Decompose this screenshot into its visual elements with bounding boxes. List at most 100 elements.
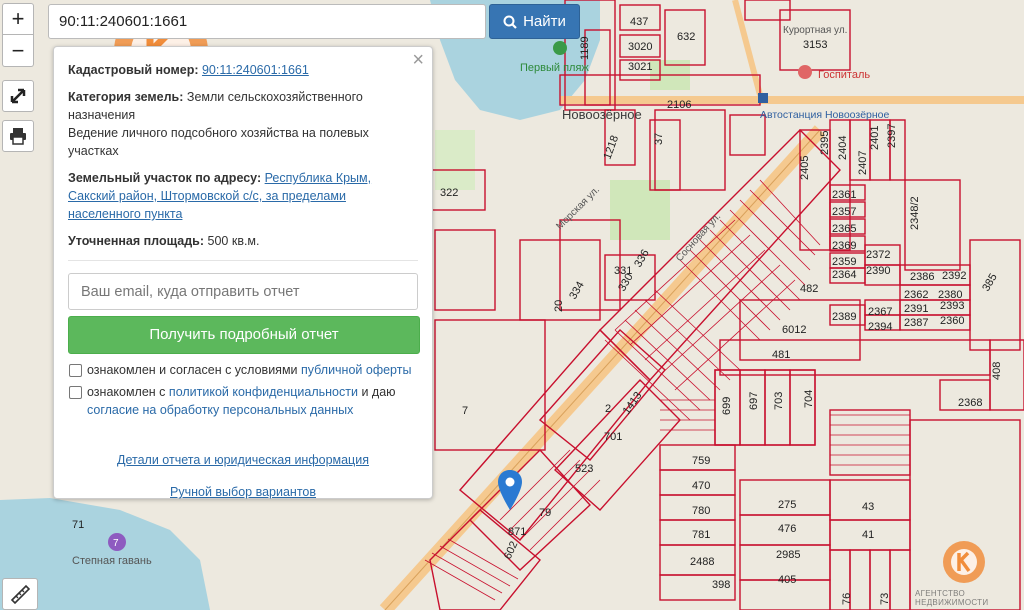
- manual-selection-link[interactable]: Ручной выбор вариантов: [170, 485, 316, 499]
- first-beach-label: Первый пляж: [520, 62, 589, 74]
- zoom-in-button[interactable]: +: [2, 3, 34, 35]
- parcel-number-41: 41: [862, 529, 874, 541]
- parcel-number-6012: 6012: [782, 324, 806, 336]
- get-report-button[interactable]: Получить подробный отчет: [68, 316, 420, 354]
- print-icon: [10, 128, 26, 145]
- parcel-number-2389: 2389: [832, 311, 856, 323]
- search-icon: [503, 15, 517, 29]
- parcel-number-476: 476: [778, 523, 796, 535]
- harbor-icon-number: 7: [113, 538, 119, 549]
- parcel-number-780: 780: [692, 505, 710, 517]
- parcel-number-2106: 2106: [667, 99, 691, 111]
- beach-icon[interactable]: [553, 41, 567, 55]
- consent-privacy-row: ознакомлен с политикой конфиденциальност…: [68, 383, 418, 419]
- parcel-number-871: 871: [508, 526, 526, 538]
- consent-privacy-text: ознакомлен с: [87, 385, 166, 399]
- parcel-number-703: 703: [773, 392, 785, 410]
- area-row: Уточненная площадь: 500 кв.м.: [68, 232, 418, 250]
- parcel-number-2391: 2391: [904, 303, 928, 315]
- ruler-icon: [10, 584, 30, 604]
- permitted-use-value: Ведение личного подсобного хозяйства на …: [68, 126, 369, 158]
- bus-station-label: Автостанция Новоозёрное: [760, 109, 890, 121]
- parcel-number-781: 781: [692, 529, 710, 541]
- parcel-number-2386: 2386: [910, 271, 934, 283]
- parcel-number-697: 697: [748, 392, 760, 410]
- close-icon[interactable]: ×: [412, 50, 424, 70]
- parcel-number-2362: 2362: [904, 289, 928, 301]
- bus-icon[interactable]: [758, 93, 768, 103]
- parcel-number-470: 470: [692, 480, 710, 492]
- parcel-number-71: 71: [72, 519, 84, 531]
- cadastral-number-link[interactable]: 90:11:240601:1661: [202, 63, 309, 77]
- parcel-number-2407: 2407: [857, 151, 869, 175]
- parcel-number-2401: 2401: [869, 126, 881, 150]
- privacy-policy-link[interactable]: политикой конфиденциальности: [169, 385, 358, 399]
- parcel-number-2357: 2357: [832, 206, 856, 218]
- agency-watermark-text-small: АГЕНТСТВО НЕДВИЖИМОСТИ: [915, 589, 989, 607]
- parcel-number-2387: 2387: [904, 317, 928, 329]
- address-label: Земельный участок по адресу:: [68, 171, 262, 185]
- fullscreen-button[interactable]: [2, 80, 34, 112]
- manual-row: Ручной выбор вариантов: [68, 483, 418, 501]
- email-field[interactable]: [68, 273, 418, 310]
- personal-data-consent-link[interactable]: согласие на обработку персональных данны…: [87, 403, 353, 417]
- parcel-number-2368: 2368: [958, 397, 982, 409]
- parcel-number-2359: 2359: [832, 256, 856, 268]
- category-label: Категория земель:: [68, 90, 184, 104]
- place-novoozernoe: Новоозёрное: [562, 107, 642, 122]
- parcel-number-2397: 2397: [886, 124, 898, 148]
- privacy-checkbox[interactable]: [69, 386, 82, 399]
- parcel-number-408: 408: [991, 362, 1003, 380]
- report-details-link[interactable]: Детали отчета и юридическая информация: [117, 453, 369, 467]
- parcel-number-79: 79: [539, 507, 551, 519]
- consent-privacy-mid: и даю: [361, 385, 396, 399]
- parcel-number-701: 701: [604, 431, 622, 443]
- parcel-number-523: 523: [575, 463, 593, 475]
- parcel-number-3020: 3020: [628, 41, 652, 53]
- parcel-number-3021: 3021: [628, 61, 652, 73]
- parcel-number-482: 482: [800, 283, 818, 295]
- search-button-label: Найти: [523, 13, 566, 30]
- area-value: 500 кв.м.: [207, 234, 260, 248]
- kurortnaya-street: Курортная ул.: [783, 25, 847, 36]
- parcel-number-2369: 2369: [832, 240, 856, 252]
- stepnaya-gavan: Степная гавань: [72, 555, 152, 567]
- parcel-number-2488: 2488: [690, 556, 714, 568]
- offer-checkbox[interactable]: [69, 364, 82, 377]
- parcel-number-2348-2: 2348/2: [909, 196, 921, 230]
- parcel-number-2364: 2364: [832, 269, 856, 281]
- parcel-number-2985: 2985: [776, 549, 800, 561]
- parcel-number-2367: 2367: [868, 306, 892, 318]
- parcel-number-7: 7: [462, 405, 468, 417]
- parcel-number-437: 437: [630, 16, 648, 28]
- parcel-number-37: 37: [653, 133, 665, 145]
- parcel-number-1189: 1189: [579, 36, 591, 60]
- divider: [68, 260, 418, 261]
- parcel-number-2365: 2365: [832, 223, 856, 235]
- consent-offer-row: ознакомлен и согласен с условиями публич…: [68, 361, 418, 379]
- parcel-number-2390: 2390: [866, 265, 890, 277]
- parcel-number-2404: 2404: [837, 136, 849, 160]
- parcel-number-2393: 2393: [940, 300, 964, 312]
- parcel-number-2395: 2395: [819, 131, 831, 155]
- address-row: Земельный участок по адресу: Республика …: [68, 169, 418, 223]
- parcel-info-panel: × Кадастровый номер: 90:11:240601:1661 К…: [53, 46, 433, 499]
- public-offer-link[interactable]: публичной оферты: [301, 363, 411, 377]
- expand-icon: [10, 88, 26, 104]
- search-input[interactable]: [48, 4, 486, 39]
- parcel-number-632: 632: [677, 31, 695, 43]
- hospital-icon[interactable]: [798, 65, 812, 79]
- parcel-number-2392: 2392: [942, 270, 966, 282]
- zoom-out-button[interactable]: −: [2, 35, 34, 67]
- cadastral-label: Кадастровый номер:: [68, 63, 199, 77]
- cadastral-row: Кадастровый номер: 90:11:240601:1661: [68, 61, 418, 79]
- details-row: Детали отчета и юридическая информация: [68, 451, 418, 469]
- parcel-number-322: 322: [440, 187, 458, 199]
- print-button[interactable]: [2, 120, 34, 152]
- parcel-number-2394: 2394: [868, 321, 892, 333]
- parcel-number-2405: 2405: [799, 156, 811, 180]
- parcel-number-76: 76: [841, 593, 853, 605]
- parcel-number-20: 20: [553, 300, 565, 312]
- ruler-button[interactable]: [2, 578, 38, 610]
- search-button[interactable]: Найти: [489, 4, 580, 39]
